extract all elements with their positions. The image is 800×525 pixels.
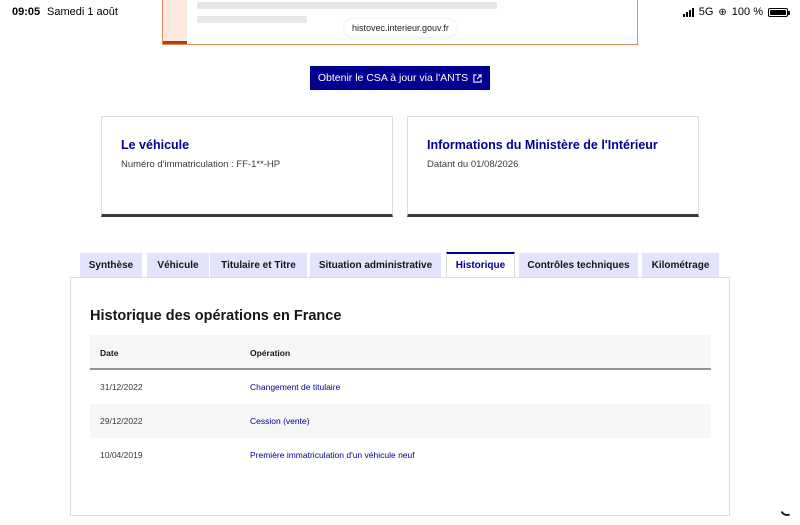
history-table: Date Opération 31/12/2022 Changement de …	[90, 335, 711, 472]
tab-historique[interactable]: Historique	[446, 252, 515, 277]
tab-titulaire-titre[interactable]: Titulaire et Titre	[210, 253, 307, 277]
row-operation-link[interactable]: Première immatriculation d'un véhicule n…	[250, 450, 415, 460]
table-row: 29/12/2022 Cession (vente)	[90, 404, 711, 438]
alert-text-faded	[197, 2, 497, 9]
tab-kilometrage[interactable]: Kilométrage	[642, 253, 719, 277]
battery-label: 100 %	[731, 6, 763, 18]
row-operation-link[interactable]: Cession (vente)	[250, 416, 310, 426]
column-header-date: Date	[100, 348, 119, 358]
external-link-icon	[473, 73, 482, 83]
ministry-card-title: Informations du Ministère de l'Intérieur	[427, 138, 658, 152]
orientation-lock-icon: ⊕	[718, 6, 727, 18]
ministry-card: Informations du Ministère de l'Intérieur…	[407, 116, 699, 217]
table-header: Date Opération	[90, 335, 711, 370]
tab-vehicule[interactable]: Véhicule	[147, 253, 209, 277]
loading-spinner-icon	[778, 500, 796, 518]
table-row: 10/04/2019 Première immatriculation d'un…	[90, 438, 711, 472]
signal-icon	[682, 7, 694, 17]
history-title: Historique des opérations en France	[90, 308, 342, 324]
vehicle-card: Le véhicule Numéro d'immatriculation : F…	[101, 116, 393, 217]
battery-icon	[768, 7, 790, 17]
status-indicators: 5G ⊕ 100 %	[682, 6, 790, 18]
alert-accent-mark	[163, 41, 187, 44]
status-date: Samedi 1 août	[47, 6, 118, 18]
vehicle-card-description: Numéro d'immatriculation : FF-1**-HP	[121, 159, 281, 170]
history-panel: Historique des opérations en France Date…	[70, 277, 730, 516]
network-label: 5G	[698, 6, 714, 18]
tab-synthese[interactable]: Synthèse	[80, 253, 142, 277]
status-time: 09:05	[12, 6, 41, 18]
row-date: 29/12/2022	[100, 416, 143, 426]
ministry-card-description: Datant du 01/08/2026	[427, 159, 519, 170]
column-header-operation: Opération	[250, 348, 291, 358]
row-operation-link[interactable]: Changement de titulaire	[250, 382, 340, 392]
row-date: 31/12/2022	[100, 382, 143, 392]
vehicle-card-title: Le véhicule	[121, 138, 190, 152]
tab-controles-techniques[interactable]: Contrôles techniques	[519, 253, 638, 277]
row-date: 10/04/2019	[100, 450, 143, 460]
alert-text-faded	[197, 16, 307, 23]
tab-situation-administrative[interactable]: Situation administrative	[310, 253, 441, 277]
table-row: 31/12/2022 Changement de titulaire	[90, 370, 711, 404]
obtain-csa-button[interactable]: Obtenir le CSA à jour via l'ANTS	[310, 66, 490, 90]
url-bar[interactable]: histovec.interieur.gouv.fr	[344, 19, 457, 37]
obtain-csa-label: Obtenir le CSA à jour via l'ANTS	[317, 72, 469, 84]
alert-accent-bar	[163, 0, 187, 44]
